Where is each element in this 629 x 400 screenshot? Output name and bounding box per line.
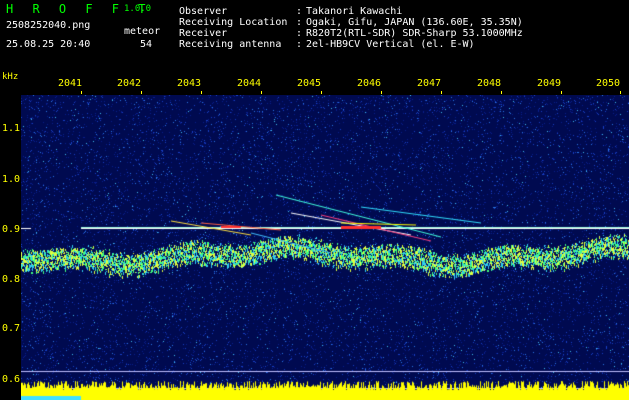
time-tick-label: 2047 [417, 78, 442, 89]
time-tick-mark [561, 91, 562, 94]
info-key-location: Receiving Location [179, 17, 288, 28]
freq-tick-label: 1.0 [2, 174, 21, 185]
info-key-observer: Observer [179, 6, 228, 17]
time-tick-label: 2050 [596, 78, 621, 89]
time-tick-mark [321, 91, 322, 94]
info-separator: : [296, 6, 303, 17]
time-tick-label: 2041 [58, 78, 83, 89]
time-tick-label: 2048 [477, 78, 502, 89]
info-separator: : [296, 39, 303, 50]
info-separator: : [296, 17, 303, 28]
info-value-antenna: 2el-HB9CV Vertical (el. E-W) [306, 39, 475, 50]
info-separator: : [296, 28, 303, 39]
time-tick-label: 2046 [357, 78, 382, 89]
time-tick-label: 2042 [117, 78, 142, 89]
spectrogram-waterfall [21, 95, 629, 400]
info-key-antenna: Receiving antenna [179, 39, 282, 50]
app-version: 1.0.0 [124, 4, 152, 14]
file-name: 2508252040.png [6, 20, 91, 31]
meteor-count: 54 [140, 39, 153, 50]
info-value-observer: Takanori Kawachi [306, 6, 403, 17]
info-key-receiver: Receiver [179, 28, 228, 39]
time-tick-mark [620, 91, 621, 94]
time-tick-mark [201, 91, 202, 94]
time-tick-mark [141, 91, 142, 94]
time-tick-label: 2045 [297, 78, 322, 89]
freq-tick-label: 0.7 [2, 323, 21, 334]
time-tick-mark [441, 91, 442, 94]
time-tick-label: 2049 [537, 78, 562, 89]
time-tick-label: 2043 [177, 78, 202, 89]
date-time: 25.08.25 20:40 [6, 39, 91, 50]
frequency-unit-label: kHz [2, 72, 19, 82]
freq-tick-label: 1.1 [2, 123, 21, 134]
time-tick-mark [501, 91, 502, 94]
info-value-receiver: R820T2(RTL-SDR) SDR-Sharp 53.1000MHz [306, 28, 523, 39]
hrofft-window: H R O F F T 1.0.0 2508252040.png 25.08.2… [0, 0, 629, 400]
time-tick-mark [381, 91, 382, 94]
freq-tick-label: 0.8 [2, 274, 21, 285]
info-value-location: Ogaki, Gifu, JAPAN (136.60E, 35.35N) [306, 17, 523, 28]
time-tick-mark [81, 91, 82, 94]
meteor-label: meteor [124, 26, 161, 37]
freq-tick-label: 0.6 [2, 374, 21, 385]
freq-tick-label: 0.9 [2, 224, 21, 235]
time-tick-label: 2044 [237, 78, 262, 89]
time-tick-mark [261, 91, 262, 94]
